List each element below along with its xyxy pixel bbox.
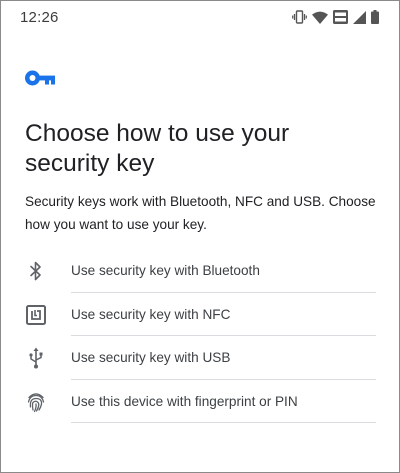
cell-signal-icon (353, 10, 366, 24)
battery-icon (371, 10, 379, 24)
option-usb[interactable]: Use security key with USB (1, 336, 399, 380)
option-list: Use security key with Bluetooth Use secu… (1, 249, 399, 423)
screen: 12:26 Choose how to use your security ke… (0, 0, 400, 473)
key-icon (25, 70, 55, 86)
status-icons (292, 9, 379, 25)
wifi-icon (312, 11, 328, 24)
nfc-icon (25, 304, 47, 326)
option-label: Use security key with Bluetooth (71, 263, 260, 278)
option-bluetooth[interactable]: Use security key with Bluetooth (1, 249, 399, 293)
volte-icon (333, 10, 348, 24)
option-label: Use security key with NFC (71, 306, 231, 322)
option-fingerprint[interactable]: Use this device with fingerprint or PIN (1, 380, 399, 423)
usb-icon (25, 347, 47, 369)
fingerprint-icon (25, 391, 47, 413)
option-label: Use security key with USB (71, 350, 231, 365)
status-time: 12:26 (20, 9, 59, 26)
status-bar: 12:26 (1, 1, 399, 33)
bluetooth-icon (25, 260, 47, 282)
option-label: Use this device with fingerprint or PIN (71, 393, 298, 409)
divider (71, 422, 376, 423)
vibrate-icon (292, 10, 307, 24)
option-nfc[interactable]: Use security key with NFC (1, 293, 399, 336)
page-description: Security keys work with Bluetooth, NFC a… (25, 194, 376, 232)
page-title: Choose how to use your security key (25, 120, 290, 177)
